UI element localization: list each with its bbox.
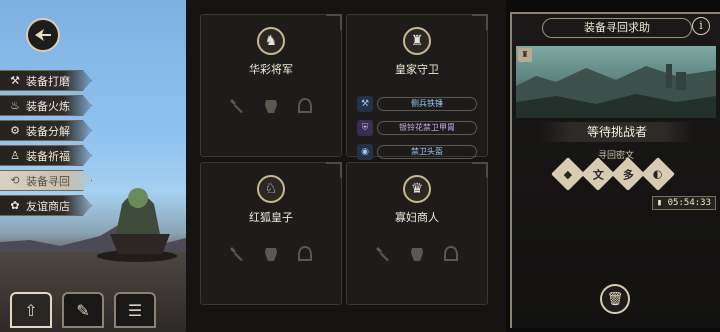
armor-slot-icon bbox=[261, 96, 281, 116]
runes-label: 寻回密文 bbox=[597, 151, 634, 161]
menu-item[interactable]: ✿ 友谊商店 bbox=[0, 195, 92, 216]
bookmark-icon: ♜ bbox=[518, 48, 532, 62]
info-icon[interactable]: i bbox=[692, 17, 710, 35]
battle-scene: ⚒ 装备打磨 ♨ 装备火炼 ⚙ 装备分解 ♙ 装备祈福 ⟲ 装备寻回 ✿ 友谊商店 ⇧ ✎ ☰ bbox=[0, 0, 186, 332]
landscape-image bbox=[516, 64, 716, 118]
menu-item[interactable]: ♨ 装备火炼 bbox=[0, 95, 92, 116]
rune-icon[interactable]: 文 bbox=[581, 157, 615, 191]
trash-button[interactable]: 🗑 bbox=[600, 284, 630, 314]
list-icon: ☰ bbox=[127, 300, 143, 320]
equipment-item[interactable]: ◉ 禁卫头盔 bbox=[357, 143, 477, 161]
empty-equipment-slots bbox=[347, 244, 487, 264]
list-tab-button[interactable]: ☰ bbox=[114, 292, 156, 328]
rune-list: ◆ 文 多 ◐ bbox=[551, 157, 675, 191]
quill-tab-button[interactable]: ✎ bbox=[62, 292, 104, 328]
character-name: 皇家守卫 bbox=[395, 63, 439, 76]
equipment-item[interactable]: ⚒ 侧兵铁锤 bbox=[357, 95, 477, 113]
menu-item[interactable]: ♙ 装备祈福 bbox=[0, 145, 92, 166]
gear-break-icon: ⚙ bbox=[10, 124, 20, 137]
hammer-icon: ⚒ bbox=[10, 74, 20, 87]
menu-item[interactable]: ⚙ 装备分解 bbox=[0, 120, 92, 141]
rune-icon[interactable]: ◐ bbox=[641, 157, 675, 191]
character-name: 华彩将军 bbox=[249, 63, 293, 76]
helmet-icon: ◉ bbox=[357, 144, 373, 160]
equipment-name: 侧兵铁锤 bbox=[377, 97, 477, 111]
red-fox-prince-portrait-icon: ♘ bbox=[257, 175, 285, 203]
lock-icon: ▮ bbox=[656, 198, 663, 208]
rune-glyph: 文 bbox=[592, 168, 604, 181]
weapon-slot-icon bbox=[227, 244, 247, 264]
menu-item-label: 友谊商店 bbox=[26, 199, 70, 213]
general-portrait-icon: ♞ bbox=[257, 27, 285, 55]
helmet-slot-icon bbox=[441, 244, 461, 264]
rune-icon[interactable]: 多 bbox=[611, 157, 645, 191]
arrow-up-icon: ⇧ bbox=[24, 300, 38, 320]
menu-item-label: 装备祈福 bbox=[26, 149, 70, 163]
empty-equipment-slots bbox=[201, 96, 341, 116]
helmet-slot-icon bbox=[295, 244, 315, 264]
bottom-toolbar: ⇧ ✎ ☰ bbox=[10, 292, 156, 328]
challenger-status: 等待挑战者 bbox=[540, 122, 694, 142]
scene-banner: ♜ bbox=[516, 46, 716, 118]
menu-item[interactable]: ⟲ 装备寻回 bbox=[0, 170, 92, 191]
menu-item[interactable]: ⚒ 装备打磨 bbox=[0, 70, 92, 91]
shop-icon: ✿ bbox=[10, 199, 20, 212]
weapon-slot-icon bbox=[373, 244, 393, 264]
menu-item-label: 装备分解 bbox=[26, 124, 70, 138]
rune-glyph: ◆ bbox=[563, 167, 573, 181]
back-arrow-icon bbox=[35, 29, 51, 41]
back-button[interactable] bbox=[26, 18, 60, 52]
character-card[interactable]: ♜ 皇家守卫 ⚒ 侧兵铁锤 ⛨ 银铃花禁卫甲胄 ◉ 禁卫头盔 bbox=[346, 14, 488, 160]
menu-item-label: 装备火炼 bbox=[26, 99, 70, 113]
weapon-slot-icon bbox=[227, 96, 247, 116]
upgrade-tab-button[interactable]: ⇧ bbox=[10, 292, 52, 328]
character-name: 红狐皇子 bbox=[249, 211, 293, 224]
trash-icon: 🗑 bbox=[606, 291, 624, 307]
character-name: 寡妇商人 bbox=[395, 211, 439, 224]
armor-slot-icon bbox=[407, 244, 427, 264]
rune-icon[interactable]: ◆ bbox=[551, 157, 585, 191]
empty-equipment-slots bbox=[201, 244, 341, 264]
hammer-icon: ⚒ bbox=[357, 96, 373, 112]
side-menu: ⚒ 装备打磨 ♨ 装备火炼 ⚙ 装备分解 ♙ 装备祈福 ⟲ 装备寻回 ✿ 友谊商店 bbox=[0, 70, 92, 220]
character-card[interactable]: ♞ 华彩将军 bbox=[200, 14, 342, 157]
equipment-name: 禁卫头盔 bbox=[377, 145, 477, 159]
rune-glyph: ◐ bbox=[653, 167, 663, 181]
royal-guard-portrait-icon: ♜ bbox=[403, 27, 431, 55]
feather-icon: ✎ bbox=[76, 300, 90, 320]
countdown-timer: ▮ 05:54:33 bbox=[651, 196, 716, 210]
helmet-slot-icon bbox=[295, 96, 315, 116]
timer-text: 05:54:33 bbox=[667, 198, 711, 208]
armor-slot-icon bbox=[261, 244, 281, 264]
character-sprite bbox=[97, 188, 177, 262]
character-card[interactable]: ♘ 红狐皇子 bbox=[200, 162, 342, 305]
retrieve-panel: 装备寻回求助 i ♜ 等待挑战者 寻回密文 ◆ 文 多 ◐ ▮ 05:54:33 🗑 bbox=[510, 12, 720, 328]
widow-merchant-portrait-icon: ♛ bbox=[403, 175, 431, 203]
panel-title: 装备寻回求助 bbox=[542, 18, 692, 38]
character-grid: ♞ 华彩将军 ♜ 皇家守卫 ⚒ 侧兵铁锤 ⛨ 银铃花禁卫甲胄 ◉ 禁卫头盔 ♘ 红狐皇子 ♛ 寡妇商人 bbox=[186, 0, 506, 332]
rune-glyph: 多 bbox=[622, 168, 634, 181]
menu-item-label: 装备寻回 bbox=[26, 174, 70, 188]
flame-icon: ♨ bbox=[10, 99, 20, 112]
character-card[interactable]: ♛ 寡妇商人 bbox=[346, 162, 488, 305]
equipment-name: 银铃花禁卫甲胄 bbox=[377, 121, 477, 135]
equipment-item[interactable]: ⛨ 银铃花禁卫甲胄 bbox=[357, 119, 477, 137]
menu-item-label: 装备打磨 bbox=[26, 74, 70, 88]
armor-icon: ⛨ bbox=[357, 120, 373, 136]
retrieve-icon: ⟲ bbox=[10, 174, 20, 187]
equipment-list: ⚒ 侧兵铁锤 ⛨ 银铃花禁卫甲胄 ◉ 禁卫头盔 bbox=[357, 95, 477, 167]
pray-icon: ♙ bbox=[10, 149, 20, 162]
